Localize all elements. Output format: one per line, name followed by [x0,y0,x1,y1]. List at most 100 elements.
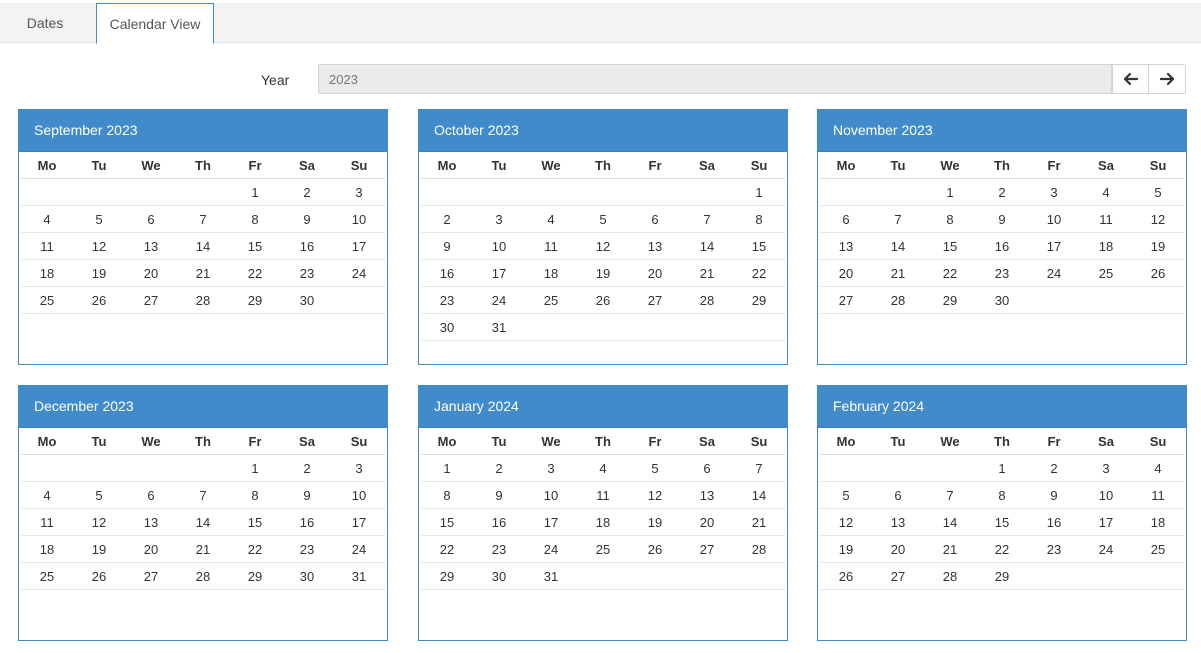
day-cell[interactable]: 11 [21,233,73,259]
day-cell[interactable]: 24 [333,260,385,286]
day-cell[interactable]: 25 [525,287,577,313]
day-cell[interactable]: 10 [1028,206,1080,232]
day-cell[interactable]: 8 [976,482,1028,508]
day-cell[interactable]: 15 [229,233,281,259]
day-cell[interactable]: 22 [733,260,785,286]
day-cell[interactable]: 31 [525,563,577,589]
next-year-button[interactable] [1149,64,1186,94]
day-cell[interactable]: 28 [681,287,733,313]
day-cell[interactable]: 20 [872,536,924,562]
prev-year-button[interactable] [1112,64,1149,94]
day-cell[interactable]: 18 [1132,509,1184,535]
day-cell[interactable]: 23 [421,287,473,313]
day-cell[interactable]: 12 [577,233,629,259]
day-cell[interactable]: 6 [681,455,733,481]
day-cell[interactable]: 27 [681,536,733,562]
day-cell[interactable]: 11 [1132,482,1184,508]
day-cell[interactable]: 27 [872,563,924,589]
day-cell[interactable]: 18 [577,509,629,535]
day-cell[interactable]: 26 [73,563,125,589]
day-cell[interactable]: 8 [924,206,976,232]
day-cell[interactable]: 4 [577,455,629,481]
day-cell[interactable]: 7 [924,482,976,508]
day-cell[interactable]: 13 [125,233,177,259]
day-cell[interactable]: 9 [281,206,333,232]
day-cell[interactable]: 28 [733,536,785,562]
day-cell[interactable]: 31 [333,563,385,589]
day-cell[interactable]: 14 [872,233,924,259]
day-cell[interactable]: 16 [473,509,525,535]
day-cell[interactable]: 13 [681,482,733,508]
day-cell[interactable]: 16 [281,233,333,259]
day-cell[interactable]: 12 [629,482,681,508]
day-cell[interactable]: 5 [73,482,125,508]
day-cell[interactable]: 29 [924,287,976,313]
day-cell[interactable]: 10 [1080,482,1132,508]
day-cell[interactable]: 21 [924,536,976,562]
day-cell[interactable]: 3 [473,206,525,232]
day-cell[interactable]: 18 [1080,233,1132,259]
day-cell[interactable]: 11 [21,509,73,535]
day-cell[interactable]: 19 [577,260,629,286]
day-cell[interactable]: 10 [333,206,385,232]
day-cell[interactable]: 25 [21,287,73,313]
day-cell[interactable]: 14 [177,509,229,535]
day-cell[interactable]: 8 [229,482,281,508]
day-cell[interactable]: 20 [125,260,177,286]
day-cell[interactable]: 10 [333,482,385,508]
day-cell[interactable]: 23 [281,536,333,562]
day-cell[interactable]: 29 [733,287,785,313]
day-cell[interactable]: 22 [421,536,473,562]
day-cell[interactable]: 20 [125,536,177,562]
day-cell[interactable]: 27 [820,287,872,313]
day-cell[interactable]: 19 [73,536,125,562]
day-cell[interactable]: 26 [1132,260,1184,286]
day-cell[interactable]: 24 [473,287,525,313]
year-input[interactable] [318,64,1112,94]
day-cell[interactable]: 9 [421,233,473,259]
day-cell[interactable]: 22 [976,536,1028,562]
day-cell[interactable]: 12 [820,509,872,535]
day-cell[interactable]: 24 [1028,260,1080,286]
day-cell[interactable]: 16 [281,509,333,535]
day-cell[interactable]: 6 [872,482,924,508]
day-cell[interactable]: 15 [421,509,473,535]
day-cell[interactable]: 14 [681,233,733,259]
day-cell[interactable]: 10 [473,233,525,259]
day-cell[interactable]: 14 [733,482,785,508]
day-cell[interactable]: 26 [73,287,125,313]
day-cell[interactable]: 17 [525,509,577,535]
day-cell[interactable]: 9 [976,206,1028,232]
day-cell[interactable]: 30 [421,314,473,340]
day-cell[interactable]: 18 [525,260,577,286]
day-cell[interactable]: 3 [1080,455,1132,481]
day-cell[interactable]: 2 [421,206,473,232]
day-cell[interactable]: 5 [1132,179,1184,205]
day-cell[interactable]: 20 [681,509,733,535]
day-cell[interactable]: 17 [333,509,385,535]
day-cell[interactable]: 16 [421,260,473,286]
day-cell[interactable]: 25 [1132,536,1184,562]
tab-dates[interactable]: Dates [10,3,80,44]
day-cell[interactable]: 30 [281,287,333,313]
day-cell[interactable]: 23 [281,260,333,286]
day-cell[interactable]: 17 [333,233,385,259]
day-cell[interactable]: 1 [421,455,473,481]
day-cell[interactable]: 17 [473,260,525,286]
day-cell[interactable]: 13 [629,233,681,259]
day-cell[interactable]: 20 [820,260,872,286]
day-cell[interactable]: 16 [976,233,1028,259]
day-cell[interactable]: 3 [333,455,385,481]
day-cell[interactable]: 24 [1080,536,1132,562]
day-cell[interactable]: 5 [577,206,629,232]
day-cell[interactable]: 11 [1080,206,1132,232]
day-cell[interactable]: 26 [820,563,872,589]
day-cell[interactable]: 14 [924,509,976,535]
day-cell[interactable]: 29 [229,563,281,589]
day-cell[interactable]: 14 [177,233,229,259]
day-cell[interactable]: 26 [577,287,629,313]
day-cell[interactable]: 21 [177,260,229,286]
day-cell[interactable]: 30 [281,563,333,589]
day-cell[interactable]: 4 [1080,179,1132,205]
day-cell[interactable]: 1 [229,179,281,205]
